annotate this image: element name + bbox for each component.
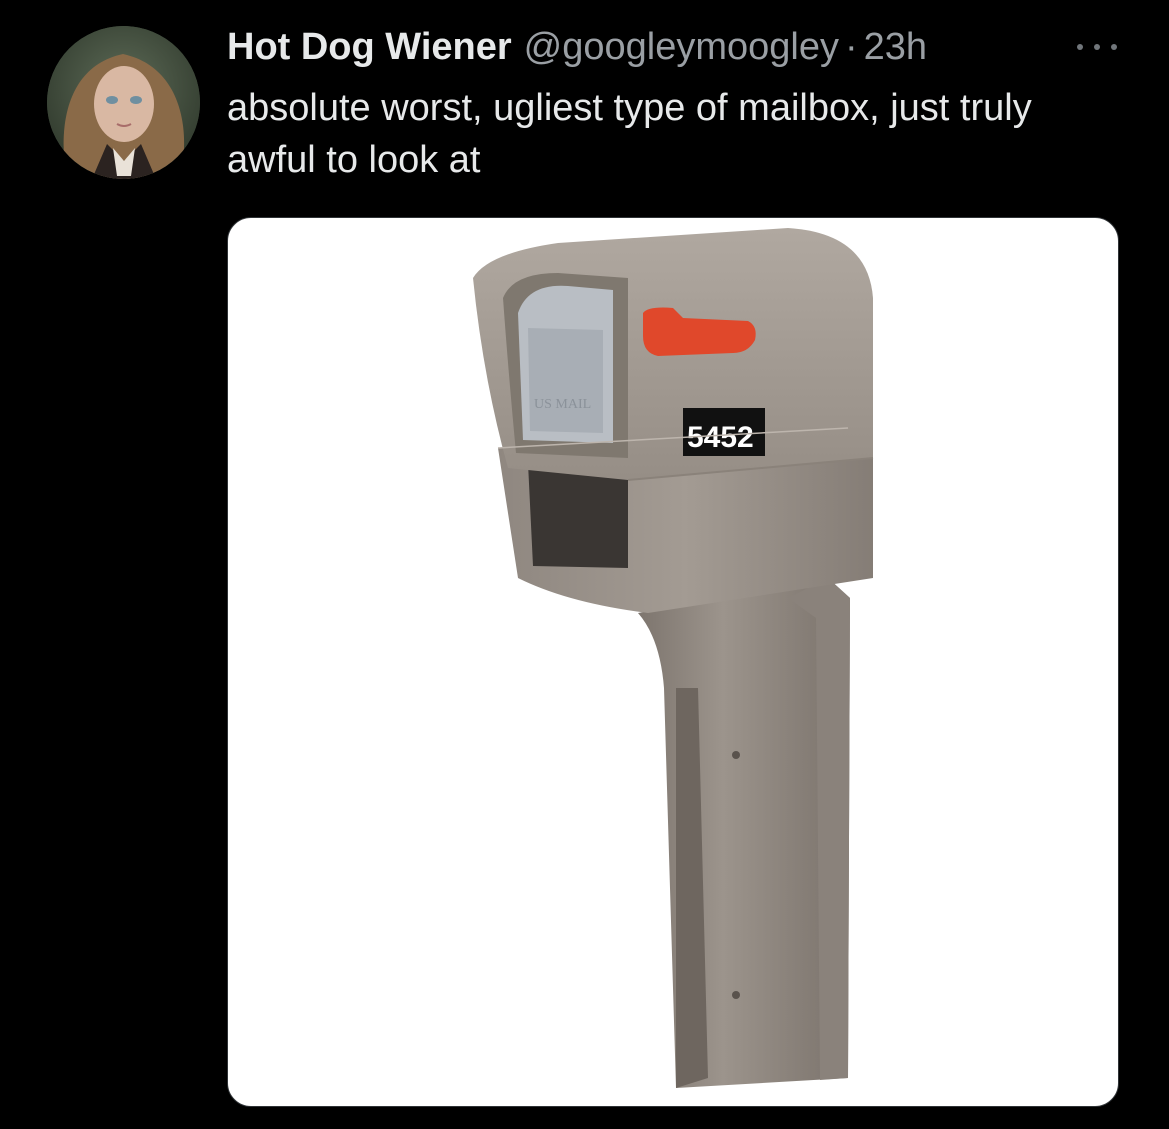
tweet-header: Hot Dog Wiener @googleymoogley · 23h: [227, 22, 927, 72]
tweet-text: absolute worst, ugliest type of mailbox,…: [227, 87, 1032, 181]
tweet[interactable]: Hot Dog Wiener @googleymoogley · 23h abs…: [0, 0, 1169, 1129]
avatar-image: [47, 26, 200, 179]
more-dot: [1077, 44, 1083, 50]
user-handle[interactable]: @googleymoogley: [524, 26, 839, 69]
avatar[interactable]: [47, 26, 200, 179]
more-dot: [1111, 44, 1117, 50]
tweet-media-image[interactable]: US MAIL 5452: [227, 217, 1119, 1107]
more-horizontal-icon[interactable]: [1077, 40, 1117, 54]
house-number: 5452: [687, 421, 754, 454]
separator-dot: ·: [844, 25, 858, 68]
timestamp[interactable]: 23h: [864, 26, 927, 69]
more-dot: [1094, 44, 1100, 50]
display-name[interactable]: Hot Dog Wiener: [227, 26, 512, 69]
mailbox-label: US MAIL: [534, 397, 591, 412]
mailbox-photo: US MAIL 5452: [473, 228, 874, 1088]
